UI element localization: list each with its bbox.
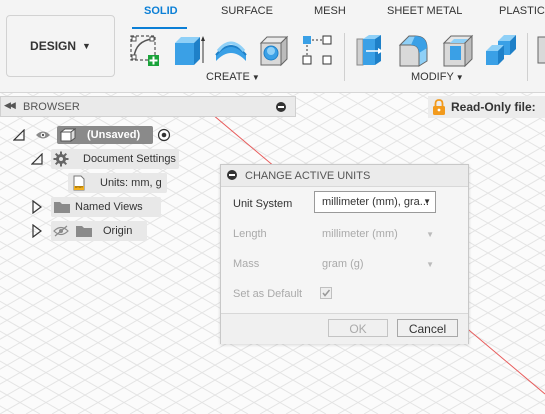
hidden-eye-icon[interactable]: [53, 225, 69, 237]
root-node-label: (Unsaved): [87, 129, 141, 141]
chevron-down-icon: ▼: [455, 73, 464, 82]
origin-label: Origin: [103, 225, 133, 237]
minimize-icon[interactable]: [276, 102, 286, 112]
length-select: millimeter (mm) ▼: [322, 228, 434, 240]
tree-item-named-views[interactable]: Named Views: [31, 197, 161, 217]
revolve-icon[interactable]: [214, 33, 248, 67]
dialog-footer: OK Cancel: [221, 313, 468, 344]
tree-item-document-settings[interactable]: Document Settings: [31, 149, 179, 169]
read-only-banner: Read-Only file:: [428, 96, 545, 118]
unit-system-select[interactable]: millimeter (mm), gra... ▼: [314, 191, 436, 213]
hole-icon[interactable]: [257, 33, 291, 67]
expanded-triangle-icon[interactable]: [13, 129, 25, 141]
length-value: millimeter (mm): [322, 228, 398, 240]
extrude-icon[interactable]: [172, 33, 206, 67]
expanded-triangle-icon[interactable]: [31, 153, 43, 165]
length-label: Length: [233, 228, 267, 240]
browser-panel-header: ◀◀ BROWSER: [0, 96, 296, 117]
assemble-icon[interactable]: [536, 33, 545, 67]
workspace-switcher-button[interactable]: DESIGN ▼: [6, 15, 115, 77]
chevron-down-icon: ▼: [426, 260, 434, 269]
collapse-panel-icon[interactable]: ◀◀: [4, 100, 16, 111]
toolbar-divider: [344, 33, 345, 81]
mass-select: gram (g) ▼: [322, 258, 434, 270]
chevron-down-icon: ▼: [426, 230, 434, 239]
active-tab-indicator: [132, 27, 187, 29]
mass-value: gram (g): [322, 258, 364, 270]
named-views-label: Named Views: [75, 201, 143, 213]
chevron-down-icon: ▼: [251, 73, 260, 82]
modify-label: MODIFY: [411, 71, 454, 83]
create-menu-button[interactable]: CREATE ▼: [206, 71, 260, 83]
document-settings-label: Document Settings: [83, 153, 176, 165]
checkmark-icon: [322, 289, 331, 297]
toolbar: DESIGN ▼ SOLID SURFACE MESH SHEET METAL …: [0, 0, 545, 93]
set-as-default-label: Set as Default: [233, 288, 303, 300]
gear-icon: [53, 151, 69, 167]
close-dialog-icon[interactable]: [227, 170, 237, 180]
read-only-label: Read-Only file:: [451, 100, 536, 114]
tree-item-root[interactable]: (Unsaved): [13, 125, 171, 145]
toolbar-divider: [527, 33, 528, 81]
unit-system-label: Unit System: [233, 198, 293, 210]
chevron-down-icon: ▼: [423, 197, 431, 206]
press-pull-icon[interactable]: [353, 33, 387, 67]
ok-button[interactable]: OK: [328, 319, 388, 337]
chevron-down-icon: ▼: [82, 41, 91, 51]
workspace-label: DESIGN: [30, 39, 77, 53]
folder-icon: [54, 202, 70, 213]
tab-mesh[interactable]: MESH: [314, 5, 346, 17]
collapsed-triangle-icon[interactable]: [31, 200, 43, 214]
change-active-units-dialog: CHANGE ACTIVE UNITS Unit System millimet…: [220, 164, 469, 344]
unit-system-value: millimeter (mm), gra...: [322, 196, 429, 208]
combine-icon[interactable]: [484, 33, 518, 67]
create-sketch-icon[interactable]: [128, 33, 162, 67]
tab-sheet-metal[interactable]: SHEET METAL: [387, 5, 462, 17]
ruler-document-icon: [73, 175, 85, 191]
folder-icon: [76, 226, 92, 237]
tree-item-units[interactable]: Units: mm, g: [68, 173, 167, 193]
tab-plastic[interactable]: PLASTIC: [499, 5, 545, 17]
document-icon: [60, 128, 76, 142]
pattern-icon[interactable]: [300, 33, 334, 67]
mass-label: Mass: [233, 258, 260, 270]
tree-item-origin[interactable]: Origin: [31, 221, 147, 241]
eye-icon[interactable]: [35, 129, 51, 141]
lock-icon: [433, 99, 445, 115]
shell-icon[interactable]: [441, 33, 475, 68]
cancel-button[interactable]: Cancel: [397, 319, 458, 337]
units-label: Units: mm, g: [100, 177, 162, 189]
fillet-icon[interactable]: [397, 33, 431, 67]
create-label: CREATE: [206, 71, 250, 83]
dialog-title: CHANGE ACTIVE UNITS: [245, 170, 371, 182]
root-node-badge[interactable]: (Unsaved): [57, 126, 153, 144]
set-as-default-checkbox: [320, 287, 332, 299]
activate-radio-icon[interactable]: [157, 128, 171, 142]
dialog-header[interactable]: CHANGE ACTIVE UNITS: [221, 165, 468, 187]
tab-solid[interactable]: SOLID: [144, 5, 178, 17]
modify-menu-button[interactable]: MODIFY ▼: [411, 71, 464, 83]
collapsed-triangle-icon[interactable]: [31, 224, 43, 238]
tab-surface[interactable]: SURFACE: [221, 5, 273, 17]
browser-title: BROWSER: [23, 101, 80, 113]
